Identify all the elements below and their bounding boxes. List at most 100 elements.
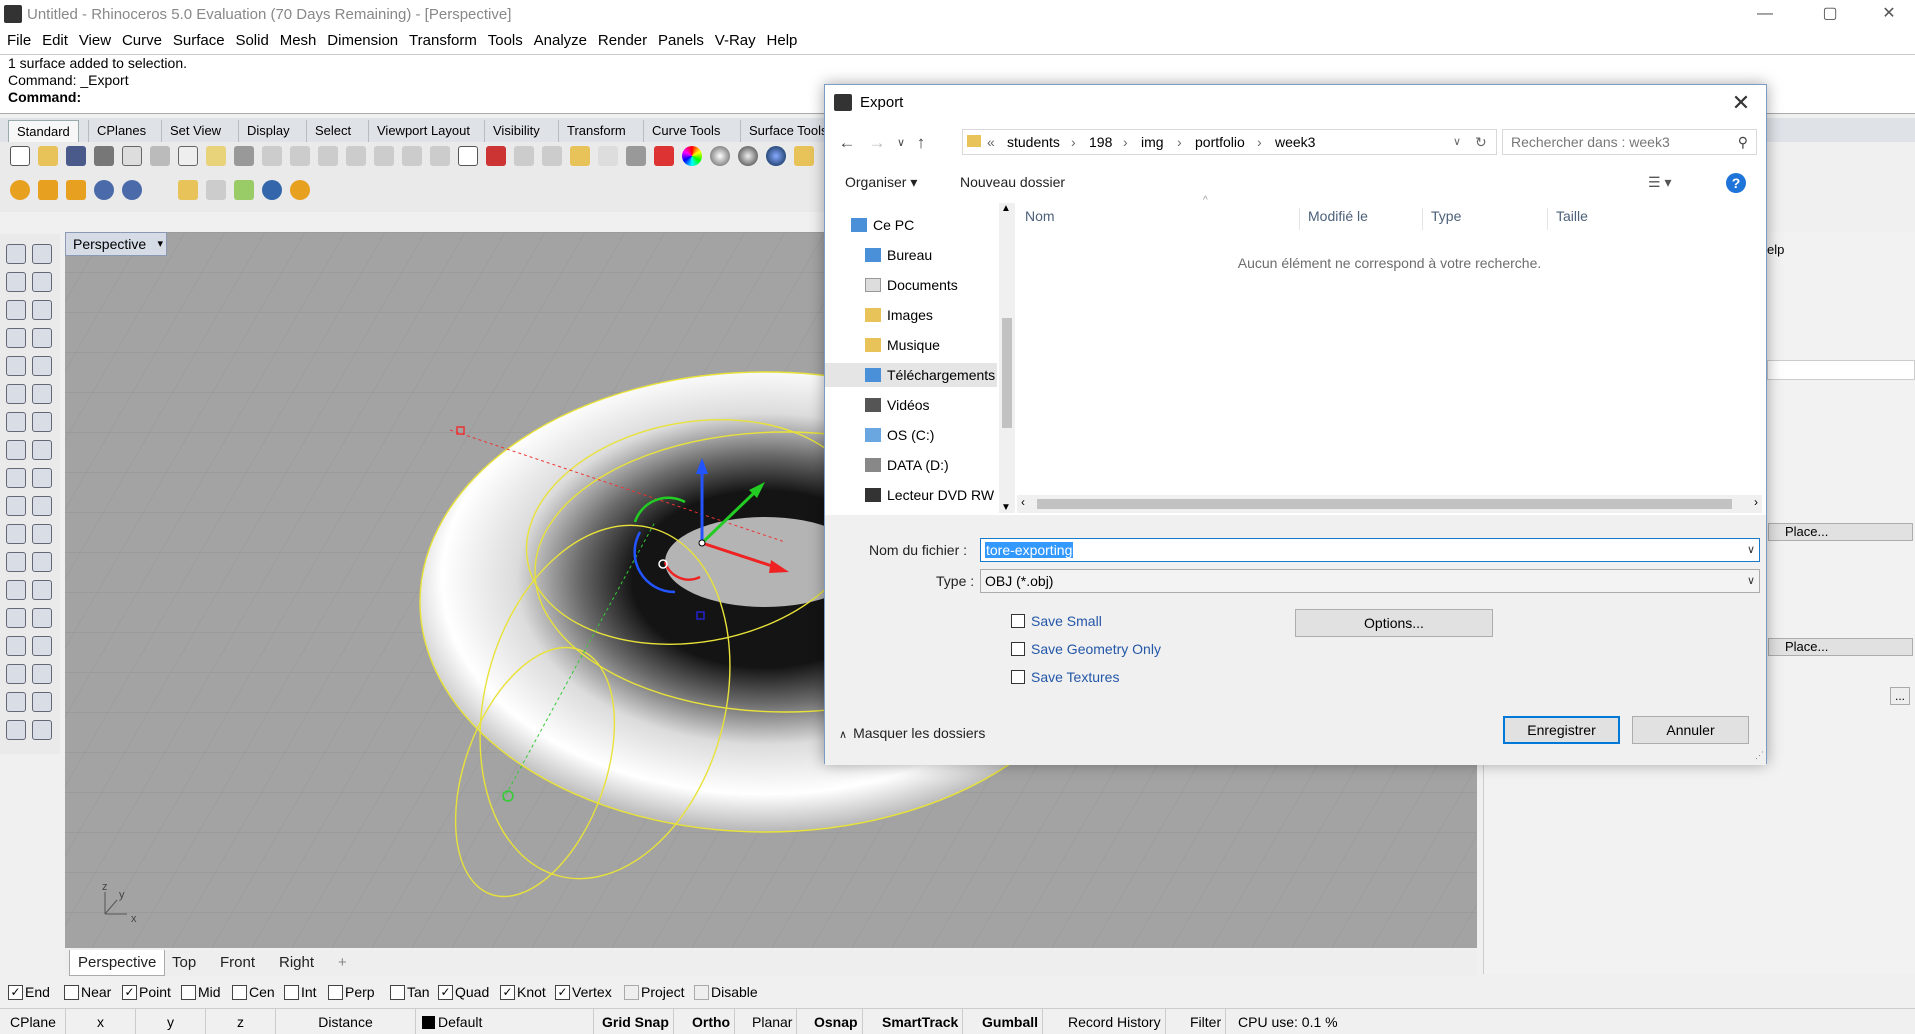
minimize-button[interactable]: —: [1742, 2, 1788, 26]
add-viewport-tab[interactable]: +: [330, 950, 355, 976]
array-icon[interactable]: [6, 664, 26, 684]
zoom-selected-icon[interactable]: [402, 146, 422, 166]
menu-vray[interactable]: V-Ray: [708, 28, 756, 54]
trim-icon[interactable]: [32, 468, 52, 488]
scroll-right-icon[interactable]: ›: [1754, 495, 1758, 509]
save-button[interactable]: Enregistrer: [1503, 716, 1620, 744]
scroll-thumb[interactable]: [1002, 318, 1012, 428]
hide-folders-toggle[interactable]: ∧ Masquer les dossiers: [839, 725, 985, 741]
column-modified[interactable]: Modifié le: [1299, 208, 1368, 230]
rotate-view-icon[interactable]: [290, 146, 310, 166]
checkbox-box[interactable]: [1011, 642, 1025, 656]
move-icon[interactable]: [32, 552, 52, 572]
chevron-down-icon[interactable]: ∨: [1747, 570, 1755, 592]
osnap-int[interactable]: Int: [284, 983, 317, 1001]
status-planar[interactable]: Planar: [748, 1009, 798, 1034]
loft-icon[interactable]: [32, 384, 52, 404]
tab-front[interactable]: Front: [212, 950, 263, 976]
help-icon[interactable]: ?: [1726, 173, 1746, 193]
tab-standard[interactable]: Standard: [8, 120, 79, 142]
zoom-window-icon[interactable]: [346, 146, 366, 166]
menu-tools[interactable]: Tools: [481, 28, 523, 54]
checkbox[interactable]: ✓: [555, 984, 570, 1000]
block-icon[interactable]: [6, 608, 26, 628]
menu-curve[interactable]: Curve: [115, 28, 162, 54]
vray-render-icon[interactable]: [94, 180, 114, 200]
tab-viewport-layout[interactable]: Viewport Layout: [368, 120, 478, 142]
material-icon[interactable]: [794, 146, 814, 166]
checkbox[interactable]: [64, 984, 79, 1000]
vray-proxy-icon[interactable]: [234, 180, 254, 200]
breadcrumb-segment[interactable]: students: [1007, 130, 1060, 154]
pan-icon[interactable]: [262, 146, 282, 166]
nav-item-documents[interactable]: Documents: [865, 273, 997, 297]
scroll-left-icon[interactable]: ‹: [1021, 495, 1025, 509]
copy-icon[interactable]: [178, 146, 198, 166]
checkbox[interactable]: [284, 984, 299, 1000]
ruler-icon[interactable]: [32, 636, 52, 656]
hide-icon[interactable]: [6, 720, 26, 740]
rendered-sphere-icon[interactable]: [738, 146, 758, 166]
osnap-knot[interactable]: ✓ Knot: [500, 983, 546, 1001]
checkbox[interactable]: ✓: [122, 984, 137, 1000]
place-button[interactable]: Place...: [1768, 638, 1913, 656]
scroll-thumb[interactable]: [1037, 499, 1732, 509]
light-icon[interactable]: [32, 720, 52, 740]
view-options-icon[interactable]: ☰ ▾: [1648, 174, 1671, 191]
properties-icon[interactable]: [542, 146, 562, 166]
light-bulb-icon[interactable]: [598, 146, 618, 166]
paste-icon[interactable]: [206, 146, 226, 166]
checkbox[interactable]: ✓: [8, 984, 23, 1000]
print-icon[interactable]: [94, 146, 114, 166]
breadcrumb-segment[interactable]: 198: [1089, 130, 1112, 154]
ellipse-icon[interactable]: [32, 300, 52, 320]
save-textures-checkbox[interactable]: Save Textures: [1011, 667, 1119, 687]
nav-item-musique[interactable]: Musique: [865, 333, 997, 357]
polyline-icon[interactable]: [6, 272, 26, 292]
status-gumball[interactable]: Gumball: [978, 1009, 1044, 1034]
tab-curve-tools[interactable]: Curve Tools: [643, 120, 728, 142]
menu-analyze[interactable]: Analyze: [527, 28, 587, 54]
viewport-title[interactable]: Perspective ▾: [65, 232, 167, 256]
checkbox[interactable]: [232, 984, 247, 1000]
menu-file[interactable]: File: [0, 28, 31, 54]
split-icon[interactable]: [6, 496, 26, 516]
forward-arrow-icon[interactable]: →: [865, 131, 889, 155]
tab-surface-tools[interactable]: Surface Tools: [740, 120, 836, 142]
vray-rt-icon[interactable]: [122, 180, 142, 200]
search-input[interactable]: Rechercher dans : week3 ⚲: [1502, 129, 1757, 155]
tab-cplanes[interactable]: CPlanes: [88, 120, 154, 142]
tab-transform[interactable]: Transform: [558, 120, 634, 142]
tab-set-view[interactable]: Set View: [161, 120, 229, 142]
osnap-perp[interactable]: Perp: [328, 983, 375, 1001]
status-osnap[interactable]: Osnap: [810, 1009, 863, 1034]
file-list-hscrollbar[interactable]: ‹ ›: [1017, 495, 1762, 513]
save-small-checkbox[interactable]: Save Small: [1011, 611, 1102, 631]
vray-m-icon[interactable]: [10, 180, 30, 200]
checkbox[interactable]: [694, 984, 709, 1000]
tab-perspective[interactable]: Perspective: [69, 950, 166, 976]
menu-panels[interactable]: Panels: [651, 28, 704, 54]
array-polar-icon[interactable]: [32, 664, 52, 684]
help-tab[interactable]: elp: [1767, 242, 1784, 257]
scroll-down-icon[interactable]: ▼: [1001, 502, 1011, 513]
tab-right[interactable]: Right: [271, 950, 322, 976]
open-file-icon[interactable]: [38, 146, 58, 166]
checkbox[interactable]: ✓: [438, 984, 453, 1000]
osnap-vertex[interactable]: ✓ Vertex: [555, 983, 612, 1001]
back-arrow-icon[interactable]: ←: [835, 131, 859, 155]
select-arrow-icon[interactable]: [6, 244, 26, 264]
rotate-icon[interactable]: [6, 552, 26, 572]
undo-view-icon[interactable]: [430, 146, 450, 166]
vray-help-icon[interactable]: [262, 180, 282, 200]
panel-dropdown[interactable]: [1767, 360, 1915, 380]
status-layer[interactable]: Default: [418, 1009, 594, 1034]
refresh-icon[interactable]: ↻: [1475, 130, 1487, 154]
resize-grip-icon[interactable]: ⋰: [1755, 750, 1764, 761]
address-dropdown-icon[interactable]: ∨: [1453, 130, 1461, 154]
nav-item-videos[interactable]: Vidéos: [865, 393, 997, 417]
text-icon[interactable]: [6, 580, 26, 600]
type-select[interactable]: OBJ (*.obj) ∨: [980, 569, 1760, 593]
surface-from-points-icon[interactable]: [6, 384, 26, 404]
fillet-curve-icon[interactable]: [32, 356, 52, 376]
